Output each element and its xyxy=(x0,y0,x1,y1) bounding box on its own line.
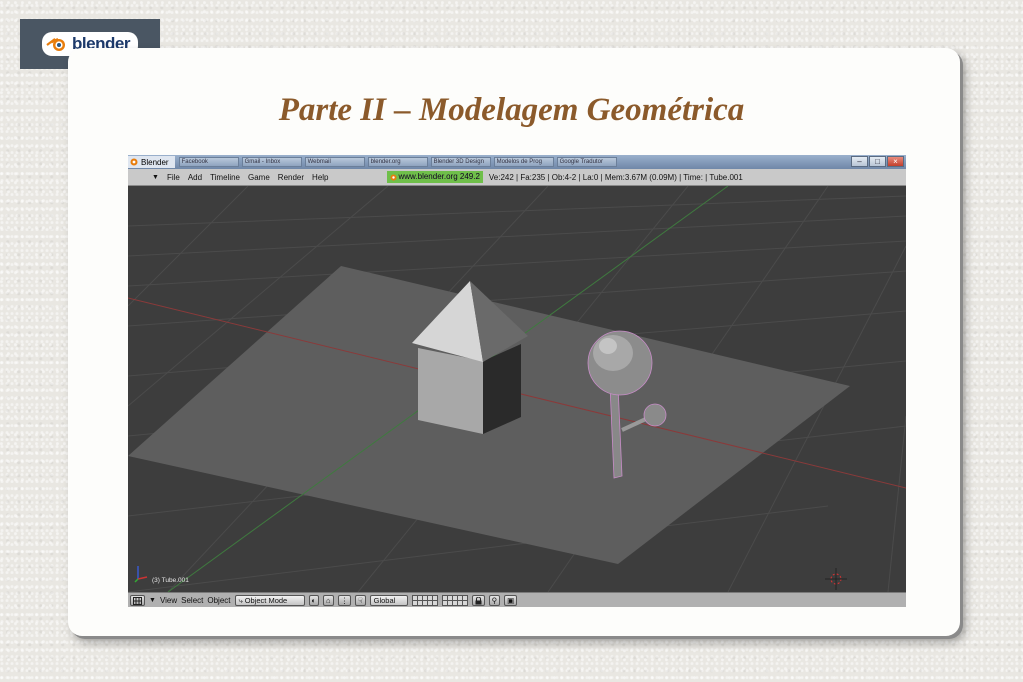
menu-add[interactable]: Add xyxy=(188,173,202,182)
taskbar-tab[interactable]: Webmail xyxy=(304,157,365,167)
taskbar-tab[interactable]: Facebook xyxy=(178,157,239,167)
mode-icon: ⤷ xyxy=(238,595,243,605)
menu-view[interactable]: View xyxy=(160,596,177,605)
menu-collapse-icon[interactable]: ▼ xyxy=(152,174,159,181)
lock-icon[interactable] xyxy=(471,595,485,606)
taskbar-tab[interactable]: Blender 3D Design xyxy=(430,157,491,167)
blender-app-icon xyxy=(130,158,138,166)
scene-stats: Ve:242 | Fa:235 | Ob:4-2 | La:0 | Mem:3.… xyxy=(488,172,743,182)
window-controls: – □ × xyxy=(851,156,904,167)
minimize-button[interactable]: – xyxy=(851,156,868,167)
blender-small-icon xyxy=(389,173,397,181)
render-icon[interactable]: ▣ xyxy=(504,595,518,606)
layer-buttons-1[interactable] xyxy=(411,595,438,606)
menu-select[interactable]: Select xyxy=(181,596,203,605)
maximize-button[interactable]: □ xyxy=(869,156,886,167)
menu-timeline[interactable]: Timeline xyxy=(210,173,240,182)
taskbar-tab[interactable]: Google Tradutor xyxy=(556,157,617,167)
viewport-header: ▼ View Select Object ⤷ Object Mode ◐ ⌂ ⋮… xyxy=(128,592,906,607)
view-type-icon[interactable] xyxy=(130,595,145,606)
menu-help[interactable]: Help xyxy=(312,173,328,182)
blender-logo-icon xyxy=(46,38,66,51)
active-object-label: (3) Tube.001 xyxy=(152,577,189,584)
menu-bar: ▼ File Add Timeline Game Render Help www… xyxy=(128,169,906,186)
orientation-select[interactable]: Global xyxy=(369,595,408,606)
menu-render[interactable]: Render xyxy=(278,173,304,182)
taskbar-tab[interactable]: blender.org xyxy=(367,157,428,167)
menu-object[interactable]: Object xyxy=(207,596,230,605)
version-link[interactable]: www.blender.org 249.2 xyxy=(386,171,483,183)
window-titlebar: Blender Facebook Gmail - Inbox Webmail b… xyxy=(128,155,906,169)
scene-icon[interactable]: ⚲ xyxy=(488,595,501,606)
window-title-tab[interactable]: Blender xyxy=(128,156,175,168)
orientation-value: Global xyxy=(373,596,396,605)
pivot-icon[interactable]: ⌂ xyxy=(323,595,334,606)
slide-title: Parte II – Modelagem Geométrica xyxy=(278,92,745,128)
menu-game[interactable]: Game xyxy=(248,173,270,182)
mode-select[interactable]: ⤷ Object Mode xyxy=(234,595,305,606)
shading-icon[interactable]: ◐ xyxy=(308,595,320,606)
taskbar-tab[interactable]: Gmail - Inbox xyxy=(241,157,302,167)
header-collapse-icon[interactable]: ▼ xyxy=(149,597,156,604)
snap-icon[interactable]: ⋮ xyxy=(337,595,352,606)
3d-viewport[interactable]: (3) Tube.001 xyxy=(128,185,906,593)
mode-value: Object Mode xyxy=(244,596,288,605)
window-title: Blender xyxy=(141,157,169,167)
blender-screenshot: Blender Facebook Gmail - Inbox Webmail b… xyxy=(128,155,906,607)
menu-file[interactable]: File xyxy=(167,173,180,182)
manipulator-icon[interactable]: ☟ xyxy=(355,595,366,606)
viewport-scene xyxy=(128,185,906,593)
taskbar-tab[interactable]: Modelos de Prog xyxy=(493,157,554,167)
layer-buttons-2[interactable] xyxy=(441,595,468,606)
version-text: www.blender.org 249.2 xyxy=(398,172,480,181)
close-button[interactable]: × xyxy=(887,156,904,167)
